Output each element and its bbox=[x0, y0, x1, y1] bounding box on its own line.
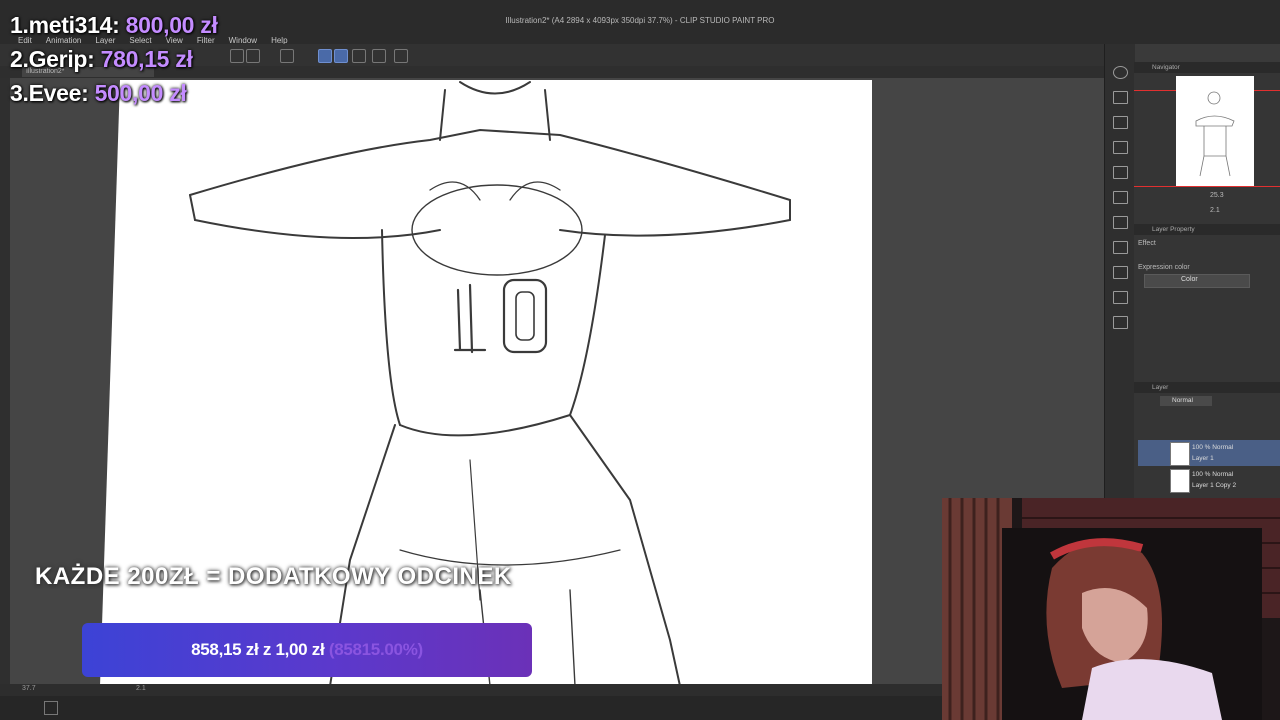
snap-icon[interactable] bbox=[372, 49, 386, 63]
navigator-header: Navigator bbox=[1134, 62, 1280, 73]
material-icon[interactable] bbox=[1113, 116, 1128, 129]
donor-name: Evee: bbox=[28, 80, 89, 106]
expression-color-label: Expression color bbox=[1138, 264, 1190, 271]
clear-icon[interactable] bbox=[280, 49, 294, 63]
layer-name: Layer 1 Copy 2 bbox=[1192, 482, 1237, 489]
close-icon[interactable] bbox=[1113, 141, 1128, 154]
layer-thumbnail bbox=[1170, 469, 1190, 493]
rank-number: 1. bbox=[10, 12, 29, 38]
nav-zoom[interactable]: 25.3 bbox=[1210, 192, 1224, 199]
rank-number: 2. bbox=[10, 46, 29, 72]
pen-mode-icon[interactable] bbox=[318, 49, 332, 63]
panel-icon-column bbox=[1104, 44, 1135, 504]
layer-header: Layer bbox=[1134, 382, 1280, 393]
sub-view-icon[interactable] bbox=[1113, 216, 1128, 229]
expression-color-select[interactable]: Color bbox=[1144, 274, 1250, 288]
undo-icon[interactable] bbox=[230, 49, 244, 63]
rank-number: 3. bbox=[10, 80, 29, 106]
panel-toggle-icon[interactable] bbox=[44, 701, 58, 715]
navigator-preview[interactable] bbox=[1176, 76, 1254, 186]
copy-icon[interactable] bbox=[1113, 191, 1128, 204]
layer-icon[interactable] bbox=[1113, 166, 1128, 179]
goal-current: 858,15 zł bbox=[191, 640, 259, 659]
episode-banner: KAŻDE 200ZŁ = DODATKOWY ODCINEK bbox=[35, 563, 512, 590]
layer-row[interactable]: 100 % Normal Layer 1 bbox=[1138, 440, 1280, 466]
donation-amount: 780,15 zł bbox=[100, 46, 193, 72]
history-icon[interactable] bbox=[1113, 266, 1128, 279]
drawing-canvas[interactable] bbox=[100, 80, 872, 686]
blend-mode-select[interactable]: Normal bbox=[1160, 396, 1212, 406]
donation-amount: 800,00 zł bbox=[125, 12, 218, 38]
status-bar: 37.7 2.1 bbox=[0, 684, 1104, 696]
brush-mode-icon[interactable] bbox=[334, 49, 348, 63]
curtain bbox=[942, 498, 1012, 720]
goal-percent: (85815.00%) bbox=[328, 640, 423, 659]
layer-property-header: Layer Property bbox=[1134, 224, 1280, 235]
layer-name: Layer 1 bbox=[1192, 455, 1214, 462]
donation-goal-bar: 858,15 zł z 1,00 zł (85815.00%) bbox=[82, 623, 532, 677]
search-icon[interactable] bbox=[1113, 66, 1128, 79]
layer-mode: 100 % Normal bbox=[1192, 471, 1234, 478]
nav-frame-line bbox=[1134, 186, 1280, 187]
goal-target: 1,00 zł bbox=[275, 640, 325, 659]
leaderboard-row-2: 2.Gerip: 780,15 zł bbox=[10, 46, 193, 73]
leaderboard-row-1: 1.meti314: 800,00 zł bbox=[10, 12, 218, 39]
layer-row[interactable]: 100 % Normal Layer 1 Copy 2 bbox=[1138, 467, 1280, 493]
settings-icon[interactable] bbox=[394, 49, 408, 63]
right-panel: Navigator 25.3 2.1 Layer Property Effect… bbox=[1134, 62, 1280, 504]
camera-icon[interactable] bbox=[1113, 291, 1128, 304]
angle-readout[interactable]: 2.1 bbox=[136, 685, 146, 692]
nav-angle[interactable]: 2.1 bbox=[1210, 207, 1220, 214]
donor-name: Gerip: bbox=[28, 46, 95, 72]
layer-thumbnail bbox=[1170, 442, 1190, 466]
goal-separator: z bbox=[262, 640, 272, 659]
paper bbox=[100, 80, 872, 686]
close-icon[interactable] bbox=[1113, 241, 1128, 254]
layer-mode: 100 % Normal bbox=[1192, 444, 1234, 451]
leaderboard-row-3: 3.Evee: 500,00 zł bbox=[10, 80, 187, 107]
webcam-feed bbox=[942, 498, 1280, 720]
list-icon[interactable] bbox=[1113, 316, 1128, 329]
blend-mode-value: Normal bbox=[1172, 397, 1193, 404]
ruler-icon[interactable] bbox=[352, 49, 366, 63]
close-icon[interactable] bbox=[1113, 91, 1128, 104]
donation-amount: 500,00 zł bbox=[94, 80, 187, 106]
redo-icon[interactable] bbox=[246, 49, 260, 63]
goal-text: 858,15 zł z 1,00 zł (85815.00%) bbox=[82, 623, 532, 677]
expression-color-value: Color bbox=[1181, 276, 1198, 283]
zoom-readout[interactable]: 37.7 bbox=[22, 685, 36, 692]
effect-label: Effect bbox=[1138, 240, 1156, 247]
donor-name: meti314: bbox=[28, 12, 120, 38]
